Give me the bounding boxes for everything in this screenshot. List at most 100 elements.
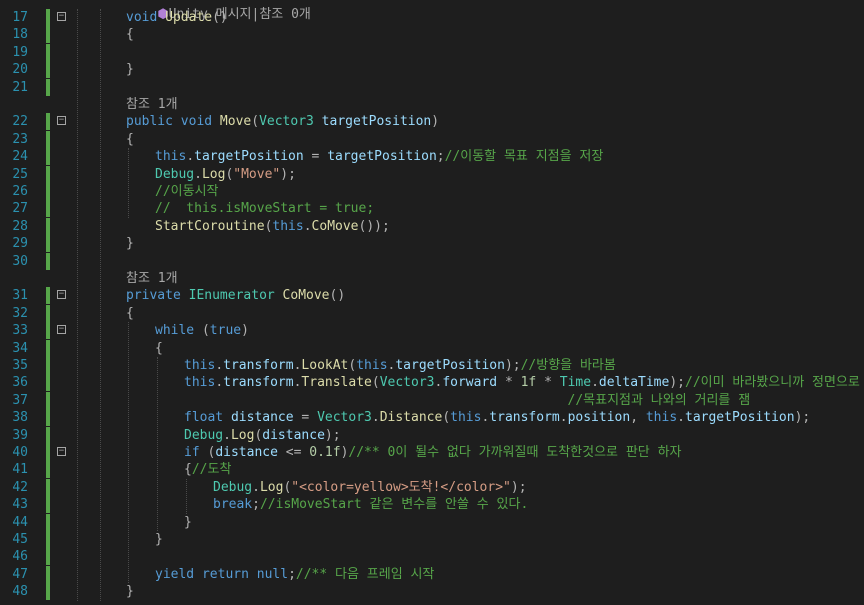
- code-text[interactable]: {: [126, 131, 134, 148]
- code-text[interactable]: {: [126, 305, 134, 322]
- change-indicator: [46, 391, 50, 409]
- code-line[interactable]: 27 // this.isMoveStart = true;: [0, 200, 864, 218]
- change-indicator: [46, 565, 50, 583]
- code-text[interactable]: {: [126, 26, 134, 43]
- code-token: Translate: [301, 375, 372, 391]
- code-token: .: [591, 375, 599, 391]
- line-number: 28: [12, 218, 28, 234]
- code-text[interactable]: this.transform.Translate(Vector3.forward…: [184, 374, 864, 391]
- codelens-top-hint[interactable]: ⬢Unity 메시지|참조 0개: [126, 0, 311, 22]
- code-text[interactable]: //이동시작: [155, 183, 219, 200]
- code-line[interactable]: 19: [0, 43, 864, 61]
- line-number: 31: [12, 288, 28, 304]
- code-line[interactable]: 24 this.targetPosition = targetPosition;/…: [0, 148, 864, 166]
- code-token: Distance: [379, 410, 443, 426]
- code-line[interactable]: 21: [0, 78, 864, 96]
- code-token: {: [184, 462, 192, 478]
- code-line[interactable]: 35 this.transform.LookAt(this.targetPosit…: [0, 357, 864, 374]
- code-line[interactable]: 39 Debug.Log(distance);: [0, 426, 864, 444]
- code-line[interactable]: 32 {: [0, 304, 864, 322]
- reference-count[interactable]: 참조 1개: [126, 270, 178, 287]
- code-text[interactable]: }: [155, 531, 163, 548]
- code-line[interactable]: 47 yield return null;//** 다음 프레임 시작: [0, 565, 864, 583]
- collapse-icon[interactable]: −: [57, 447, 66, 456]
- code-text[interactable]: break;//isMoveStart 같은 변수를 안쓸 수 있다.: [213, 496, 528, 513]
- code-line[interactable]: 44}: [0, 513, 864, 531]
- code-text[interactable]: Debug.Log("Move");: [155, 166, 296, 183]
- codelens-reference[interactable]: 참조 1개: [0, 96, 864, 113]
- code-token: //** 다음 프레임 시작: [295, 566, 435, 582]
- collapse-icon[interactable]: −: [57, 116, 66, 126]
- code-text[interactable]: Debug.Log(distance);: [184, 427, 341, 444]
- change-indicator: [46, 130, 50, 148]
- code-token: (): [212, 10, 228, 25]
- code-line[interactable]: 29}: [0, 235, 864, 253]
- line-number: 40: [12, 445, 28, 460]
- code-text[interactable]: {: [155, 340, 163, 357]
- code-text[interactable]: //목표지점과 나와의 거리를 잼: [184, 392, 751, 409]
- code-line[interactable]: 41 {//도착: [0, 461, 864, 479]
- code-token: this: [450, 410, 482, 426]
- code-token: {: [126, 27, 134, 43]
- code-line[interactable]: 46: [0, 548, 864, 566]
- code-line[interactable]: 22 − public void Move(Vector3 targetPositi…: [0, 113, 864, 131]
- code-editor[interactable]: ⬢Unity 메시지|참조 0개 17− void Update() 18{19 20…: [0, 0, 864, 605]
- code-line[interactable]: 33 − while (true): [0, 322, 864, 340]
- code-token: (: [199, 445, 216, 460]
- code-line[interactable]: 20}: [0, 61, 864, 79]
- code-line[interactable]: 37 //목표지점과 나와의 거리를 잼: [0, 391, 864, 409]
- code-token: LookAt: [301, 358, 349, 373]
- code-line[interactable]: 34 {: [0, 339, 864, 357]
- reference-count[interactable]: 참조 1개: [126, 96, 178, 113]
- code-text[interactable]: // this.isMoveStart = true;: [155, 200, 374, 217]
- code-text[interactable]: float distance = Vector3.Distance(this.t…: [184, 409, 810, 426]
- code-text[interactable]: private IEnumerator CoMove(): [126, 287, 345, 304]
- code-line[interactable]: 25 Debug.Log("Move");: [0, 165, 864, 183]
- change-indicator: [46, 513, 50, 531]
- collapse-icon[interactable]: −: [57, 325, 66, 335]
- code-line[interactable]: 26 //이동시작: [0, 183, 864, 200]
- code-text[interactable]: public void Move(Vector3 targetPosition): [126, 113, 439, 130]
- code-token: Vector3: [317, 410, 372, 426]
- code-line[interactable]: 45}: [0, 531, 864, 548]
- code-text[interactable]: void Update(): [126, 9, 228, 26]
- code-line[interactable]: 43 break;//isMoveStart 같은 변수를 안쓸 수 있다.: [0, 496, 864, 514]
- code-line[interactable]: 30: [0, 252, 864, 270]
- code-text[interactable]: }: [126, 583, 134, 600]
- code-text[interactable]: this.targetPosition = targetPosition;//이…: [155, 148, 603, 165]
- line-number: 29: [12, 236, 28, 252]
- change-indicator: [46, 252, 50, 270]
- code-text[interactable]: }: [126, 61, 134, 78]
- line-number: 47: [12, 566, 28, 582]
- codelens-reference[interactable]: 참조 1개: [0, 270, 864, 287]
- collapse-icon[interactable]: −: [57, 290, 66, 300]
- code-line[interactable]: 18 {: [0, 26, 864, 44]
- code-text[interactable]: yield return null;//** 다음 프레임 시작: [155, 566, 434, 583]
- code-token: true: [209, 323, 242, 339]
- code-text[interactable]: this.transform.LookAt(this.targetPositio…: [184, 357, 616, 374]
- code-text[interactable]: if (distance <= 0.1f)//** 0이 될수 없다 가까워질때…: [184, 444, 682, 461]
- code-line[interactable]: 17 − void Update(): [0, 9, 864, 26]
- change-indicator: [46, 461, 50, 479]
- line-number: 46: [12, 549, 28, 565]
- code-token: //이동할 목표 지점을 저장: [444, 149, 604, 165]
- change-indicator: [46, 409, 50, 427]
- code-text[interactable]: Debug.Log("<color=yellow>도착!</color>");: [213, 479, 527, 496]
- code-token: .: [252, 479, 260, 495]
- code-text[interactable]: while (true): [155, 322, 249, 339]
- code-line[interactable]: 28 StartCoroutine(this.CoMove());: [0, 217, 864, 235]
- code-line[interactable]: 42 Debug.Log("<color=yellow>도착!</color>")…: [0, 478, 864, 496]
- code-line[interactable]: 23 {: [0, 130, 864, 148]
- code-text[interactable]: {//도착: [184, 461, 231, 478]
- code-text[interactable]: }: [126, 235, 134, 252]
- code-line[interactable]: 36 this.transform.Translate(Vector3.forwa…: [0, 374, 864, 392]
- code-text[interactable]: }: [184, 514, 192, 531]
- code-text[interactable]: StartCoroutine(this.CoMove());: [155, 218, 390, 235]
- code-line[interactable]: 38 float distance = Vector3.Distance(this…: [0, 409, 864, 427]
- code-token: //도착: [191, 462, 232, 478]
- collapse-icon[interactable]: −: [57, 12, 66, 21]
- code-token: distance: [262, 427, 325, 443]
- code-line[interactable]: 48}: [0, 583, 864, 601]
- code-line[interactable]: 40 − if (distance <= 0.1f)//** 0이 될수 없다 가까…: [0, 444, 864, 461]
- code-line[interactable]: 31 − private IEnumerator CoMove(): [0, 287, 864, 305]
